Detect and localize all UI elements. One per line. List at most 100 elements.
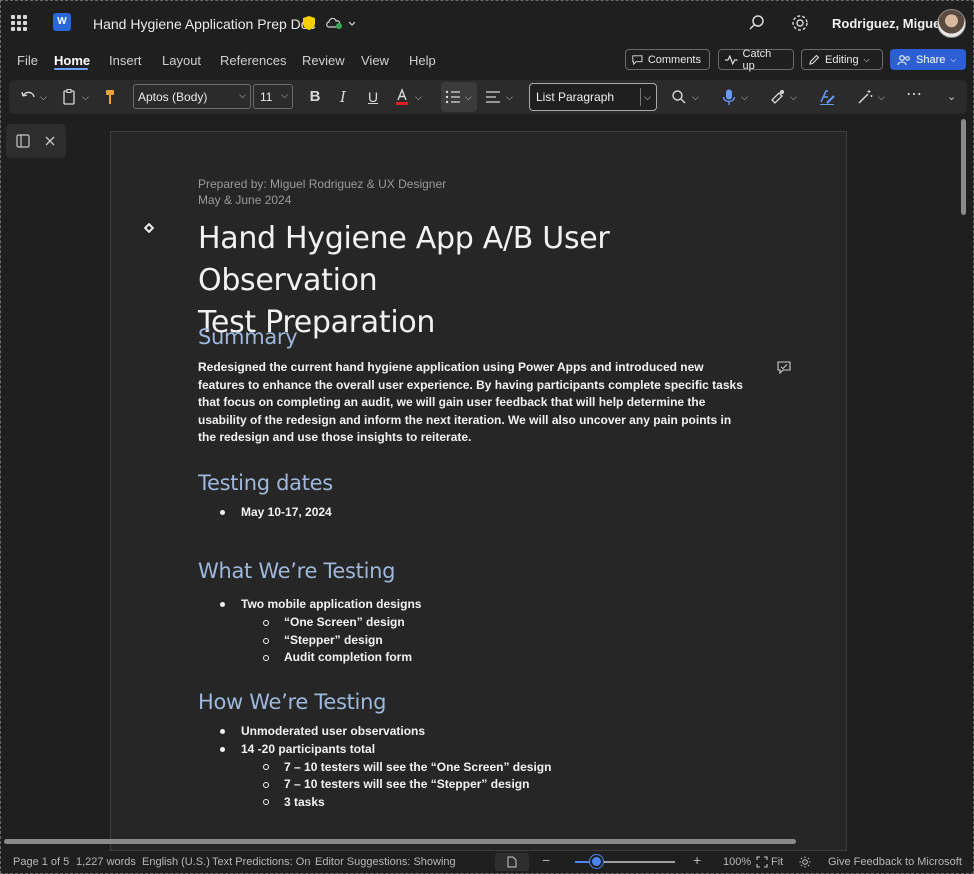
sensitivity-icon[interactable] [769,88,787,106]
style-value: List Paragraph [536,90,615,104]
word-count[interactable]: 1,227 words [76,856,136,868]
settings-gear-icon[interactable] [791,14,809,32]
document-title[interactable]: Hand Hygiene Application Prep Doc [93,16,316,32]
find-chevron-icon[interactable]: ⌵ [692,88,699,106]
font-color-chevron-icon[interactable]: ⌵ [415,88,422,106]
view-mode-button[interactable] [495,853,529,871]
font-color-icon[interactable] [393,88,411,106]
word-window: W Hand Hygiene Application Prep Doc Rodr… [0,0,974,874]
sidebar-icon[interactable] [16,134,30,148]
text-predictions-status[interactable]: Text Predictions: On [212,856,310,868]
comments-button[interactable]: Comments [625,49,710,70]
document-meta: Prepared by: Miguel Rodriguez & UX Desig… [198,176,446,208]
editor-suggestions-status[interactable]: Editor Suggestions: Showing [315,856,456,868]
list-item: 3 tasks [284,795,325,809]
comments-label: Comments [647,53,701,66]
share-label: Share [916,53,946,66]
list-item: 7 – 10 testers will see the “Stepper” de… [284,777,530,791]
zoom-out-icon[interactable]: − [542,852,550,868]
list-item: “Stepper” design [284,633,383,647]
bullets-icon[interactable] [444,88,462,106]
tab-insert[interactable]: Insert [109,53,142,68]
horizontal-scrollbar[interactable] [4,839,796,844]
search-icon[interactable] [748,14,766,32]
format-painter-icon[interactable] [101,88,119,106]
page-count[interactable]: Page 1 of 5 [13,856,69,868]
font-name-select[interactable]: Aptos (Body) ⌵ [133,84,251,109]
chevron-down-icon: ⌵ [950,54,957,64]
pulse-icon [725,54,738,65]
font-size-select[interactable]: 11 ⌵ [253,84,293,109]
tab-view[interactable]: View [361,53,389,68]
editing-mode-button[interactable]: Editing ⌵ [801,49,883,70]
tab-references[interactable]: References [220,53,286,68]
zoom-in-icon[interactable]: + [693,852,701,868]
account-name[interactable]: Rodriguez, Miguel [832,16,944,31]
app-launcher-icon[interactable] [11,15,27,31]
collapse-ribbon-chevron-icon[interactable]: ⌄ [947,88,956,106]
what-testing-heading: What We’re Testing [198,559,396,583]
chevron-down-icon: ⌵ [239,90,246,100]
fit-label[interactable]: Fit [771,856,783,868]
paste-chevron-icon[interactable]: ⌵ [82,88,89,106]
tab-help[interactable]: Help [409,53,436,68]
people-icon [897,54,910,65]
align-icon[interactable] [484,88,502,106]
catch-up-button[interactable]: Catch up [718,48,794,72]
language[interactable]: English (U.S.) [142,856,210,868]
share-button[interactable]: Share ⌵ [890,49,966,70]
bullet-icon [220,510,225,515]
sub-bullet-icon [263,620,269,626]
summary-heading: Summary [198,325,298,349]
avatar[interactable] [937,9,966,38]
vertical-scrollbar[interactable] [961,119,966,215]
italic-icon[interactable]: I [334,88,352,106]
list-item: 14 -20 participants total [241,742,376,756]
comment-indicator-icon[interactable] [777,361,791,374]
underline-icon[interactable]: U [364,88,382,106]
zoom-level[interactable]: 100% [723,856,751,868]
tab-review[interactable]: Review [302,53,345,68]
document-page[interactable]: Prepared by: Miguel Rodriguez & UX Desig… [110,131,847,851]
fit-icon[interactable] [756,856,768,868]
page-view-icon [507,856,517,868]
styles-select[interactable]: List Paragraph ⌵ [529,83,657,111]
pencil-icon [809,54,820,65]
dictate-microphone-icon[interactable] [720,88,738,106]
editor-icon[interactable] [818,88,836,106]
bullet-icon [220,602,225,607]
tab-file[interactable]: File [17,53,38,68]
dictate-chevron-icon[interactable]: ⌵ [741,88,748,106]
paragraph-anchor-icon[interactable] [143,222,155,234]
sensitivity-shield-icon[interactable] [302,15,316,31]
sub-bullet-icon [263,655,269,661]
bold-icon[interactable]: B [306,88,324,106]
designer-wand-icon[interactable] [856,88,874,106]
clipboard-icon[interactable] [60,88,78,106]
undo-chevron-icon[interactable]: ⌵ [40,88,47,106]
more-options-icon[interactable]: ⋯ [905,87,923,106]
bullet-icon [220,747,225,752]
sub-bullet-icon [263,638,269,644]
tab-layout[interactable]: Layout [162,53,201,68]
cloud-saved-icon[interactable] [325,16,355,30]
list-item: “One Screen” design [284,615,405,629]
close-icon[interactable] [44,135,56,147]
list-item: 7 – 10 testers will see the “One Screen”… [284,760,552,774]
title-line-1: Hand Hygiene App A/B User Observation [198,221,610,298]
undo-icon[interactable] [19,88,37,106]
date-line: May & June 2024 [198,193,292,207]
give-feedback-link[interactable]: Give Feedback to Microsoft [828,856,962,868]
bullets-chevron-icon[interactable]: ⌵ [465,88,472,106]
sensitivity-chevron-icon[interactable]: ⌵ [790,88,797,106]
font-size-value: 11 [260,90,273,104]
designer-chevron-icon[interactable]: ⌵ [878,88,885,106]
summary-paragraph: Redesigned the current hand hygiene appl… [198,360,743,445]
align-chevron-icon[interactable]: ⌵ [506,88,513,106]
brightness-icon[interactable] [799,856,811,868]
find-icon[interactable] [670,88,688,106]
editing-label: Editing [825,53,859,66]
tab-home[interactable]: Home [54,53,90,68]
zoom-slider-thumb[interactable] [590,855,603,868]
chevron-down-icon: ⌵ [863,54,870,64]
